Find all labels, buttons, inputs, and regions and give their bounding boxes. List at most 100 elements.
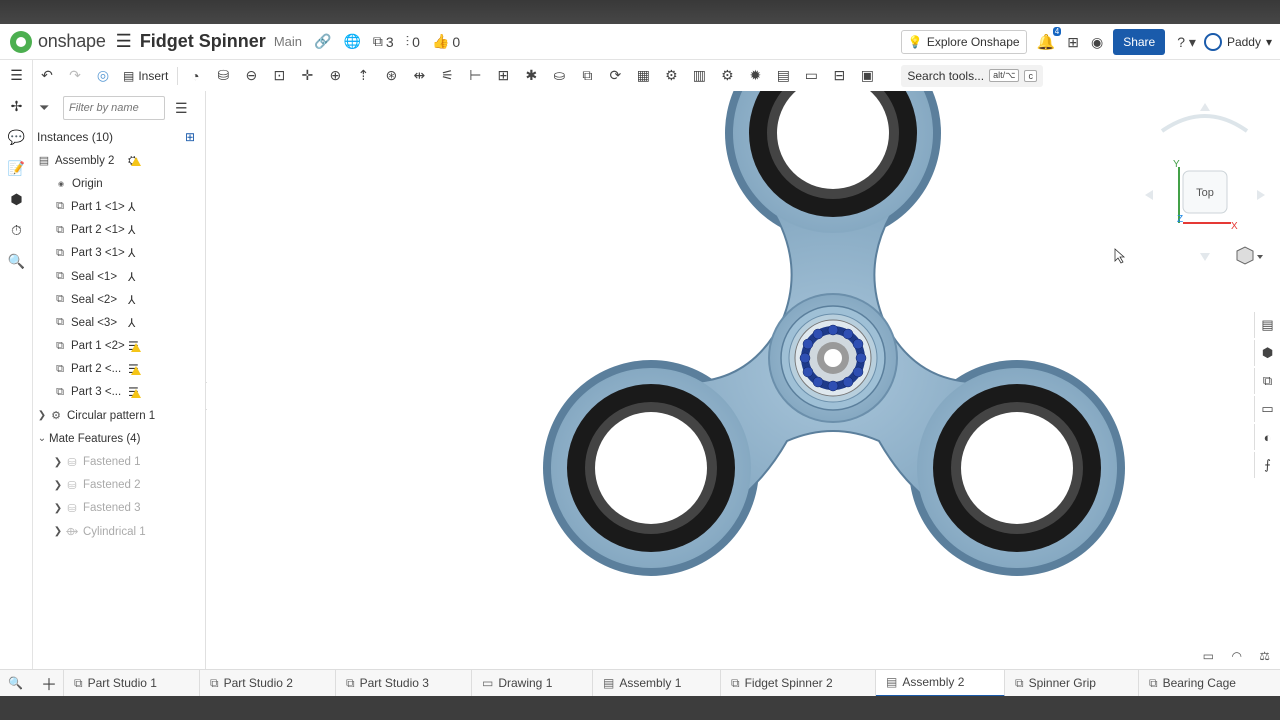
feature-list-icon[interactable]: ☰: [0, 60, 33, 91]
tree-item-part[interactable]: ⧉ Part 3 <1> ⅄: [33, 242, 205, 265]
fidget-spinner-model[interactable]: Top Y Z X: [207, 91, 1280, 669]
sheet-metal-icon[interactable]: ▭: [1254, 396, 1280, 422]
ball-mate-icon[interactable]: ⊛: [377, 64, 405, 88]
undo-icon[interactable]: ↶: [33, 64, 61, 88]
tab-part-studio-3[interactable]: ⧉ Part Studio 3: [336, 669, 472, 696]
graphics-viewport[interactable]: Top Y Z X ▤ ⬢ ⧉ ▭ ◐ ⨍ ▭ ◠ ⚖: [207, 91, 1280, 669]
apps-grid-icon[interactable]: ⊞: [1067, 34, 1079, 51]
tree-item-circular-pattern[interactable]: ❯ ⚙ Circular pattern 1: [33, 404, 205, 427]
onshape-logo[interactable]: onshape: [10, 30, 106, 53]
notifications-button[interactable]: 🔔 4: [1037, 27, 1062, 51]
tab-search[interactable]: 🔍: [0, 670, 33, 697]
bom-icon[interactable]: ⚙: [657, 64, 685, 88]
slider-mate-icon[interactable]: ⊡: [265, 64, 293, 88]
tab-add[interactable]: ＋: [33, 669, 64, 696]
globe-icon[interactable]: 🌐: [343, 33, 360, 50]
mate-connector-tool-icon[interactable]: ⛀: [545, 64, 573, 88]
menu-icon[interactable]: ☰: [116, 31, 132, 52]
measure-icon[interactable]: ⊟: [825, 64, 853, 88]
sync-icon[interactable]: ◎: [89, 64, 117, 88]
tree-item-part[interactable]: ⧉ Part 2 <... ☰: [33, 358, 205, 381]
mass-props-icon[interactable]: ⚖: [1259, 649, 1270, 663]
comments-icon[interactable]: 💬: [0, 122, 33, 153]
section-bottom-icon[interactable]: ◠: [1232, 649, 1242, 663]
tab-assembly-1[interactable]: ▤ Assembly 1: [593, 669, 721, 696]
group-icon[interactable]: ⊞: [489, 64, 517, 88]
rotate-icon[interactable]: ◔: [181, 64, 209, 88]
link-icon[interactable]: 🔗: [314, 33, 331, 50]
materials-icon[interactable]: ⧉: [1254, 368, 1280, 394]
branch-label[interactable]: Main: [274, 34, 302, 49]
planar-mate-icon[interactable]: ✛: [293, 64, 321, 88]
circular-pattern-icon[interactable]: ⟳: [601, 64, 629, 88]
gear-relation-icon[interactable]: ⚟: [433, 64, 461, 88]
tab-bearing-cage[interactable]: ⧉ Bearing Cage: [1139, 670, 1275, 697]
redo-icon[interactable]: ↷: [61, 64, 89, 88]
view-cube[interactable]: Top Y Z X: [1145, 103, 1265, 261]
tree-item-mate[interactable]: ❯ ⛁ Fastened 3: [33, 497, 205, 520]
search-tools-button[interactable]: Search tools... alt/⌥ c: [901, 64, 1043, 87]
tree-item-origin[interactable]: ◉ Origin: [33, 172, 205, 195]
appearance-panel-icon[interactable]: ◐: [1254, 424, 1280, 450]
tree-item-part[interactable]: ⧉ Part 1 <1> ⅄: [33, 195, 205, 218]
share-button[interactable]: Share: [1113, 29, 1166, 55]
revolute-mate-icon[interactable]: ⊖: [237, 64, 265, 88]
tab-fidget-spinner-2[interactable]: ⧉ Fidget Spinner 2: [721, 669, 876, 696]
explode-icon[interactable]: ▦: [629, 64, 657, 88]
new-folder-icon[interactable]: ⊞: [185, 130, 195, 144]
tree-item-mate[interactable]: ❯ ⛁ Fastened 1: [33, 450, 205, 473]
user-menu[interactable]: Paddy ▾: [1203, 33, 1272, 51]
like-button[interactable]: 👍 0: [432, 33, 460, 50]
history-icon[interactable]: ⏱: [0, 215, 33, 246]
chevron-right-icon[interactable]: ❯: [35, 410, 49, 421]
tree-item-part[interactable]: ⧉ Seal <1> ⅄: [33, 265, 205, 288]
mate-features-header[interactable]: ⌄ Mate Features (4): [33, 427, 205, 450]
properties-icon[interactable]: ▤: [1254, 312, 1280, 338]
tab-drawing-1[interactable]: ▭ Drawing 1: [472, 669, 593, 696]
parts-icon[interactable]: ⬢: [0, 184, 33, 215]
pin-slot-mate-icon[interactable]: ⇡: [349, 64, 377, 88]
appearance-icon[interactable]: ▣: [853, 64, 881, 88]
dimension-icon[interactable]: ⊢: [461, 64, 489, 88]
tab-assembly-2[interactable]: ▤ Assembly 2: [876, 669, 1005, 696]
tab-part-studio-1[interactable]: ⧉ Part Studio 1: [64, 669, 200, 696]
versions-button[interactable]: ⧉ 3: [373, 33, 394, 50]
chevron-right-icon[interactable]: ❯: [51, 526, 65, 537]
parts-panel-icon[interactable]: ⬢: [1254, 340, 1280, 366]
insert-button[interactable]: ▤ Insert: [117, 69, 174, 83]
section-view-icon[interactable]: ▥: [685, 64, 713, 88]
chevron-right-icon[interactable]: ❯: [51, 457, 65, 468]
settings-icon[interactable]: ⚙: [713, 64, 741, 88]
search-parts-icon[interactable]: 🔍: [0, 246, 33, 277]
list-view-icon[interactable]: ☰: [175, 100, 188, 117]
tree-item-part[interactable]: ⧉ Part 2 <1> ⅄: [33, 219, 205, 242]
tree-item-part[interactable]: ⧉ Seal <2> ⅄: [33, 288, 205, 311]
help-icon[interactable]: ? ▾: [1177, 34, 1196, 51]
view-options-icon[interactable]: [1236, 246, 1263, 265]
tree-item-mate[interactable]: ❯ ⟴ Cylindrical 1: [33, 520, 205, 543]
tree-item-part[interactable]: ⧉ Part 1 <2> ☰: [33, 335, 205, 358]
measure-bottom-icon[interactable]: ▭: [1203, 649, 1214, 663]
linear-pattern-icon[interactable]: ⧉: [573, 64, 601, 88]
filter-input[interactable]: [63, 96, 165, 120]
chevron-right-icon[interactable]: ❯: [51, 480, 65, 491]
chevron-down-icon[interactable]: ⌄: [35, 433, 49, 444]
mate-connector-icon[interactable]: ✢: [0, 91, 33, 122]
document-title[interactable]: Fidget Spinner: [140, 31, 266, 52]
explore-onshape-button[interactable]: 💡 Explore Onshape: [900, 30, 1027, 54]
funnel-icon[interactable]: ⏷: [39, 100, 55, 116]
cylindrical-mate-icon[interactable]: ⊕: [321, 64, 349, 88]
table-icon[interactable]: ▤: [769, 64, 797, 88]
parallel-mate-icon[interactable]: ⇹: [405, 64, 433, 88]
variables-icon[interactable]: ⨍: [1254, 452, 1280, 478]
layout-icon[interactable]: ▭: [797, 64, 825, 88]
configuration-icon[interactable]: ✹: [741, 64, 769, 88]
tab-part-studio-2[interactable]: ⧉ Part Studio 2: [200, 669, 336, 696]
learning-icon[interactable]: ◉: [1091, 34, 1103, 51]
notes-icon[interactable]: 📝: [0, 153, 33, 184]
tree-item-part[interactable]: ⧉ Part 3 <... ☰: [33, 381, 205, 404]
tree-item-part[interactable]: ⧉ Seal <3> ⅄: [33, 311, 205, 334]
tree-item-assembly[interactable]: ▤ Assembly 2 ⛭: [33, 149, 205, 172]
fastened-mate-icon[interactable]: ⛁: [209, 64, 237, 88]
chevron-right-icon[interactable]: ❯: [51, 503, 65, 514]
